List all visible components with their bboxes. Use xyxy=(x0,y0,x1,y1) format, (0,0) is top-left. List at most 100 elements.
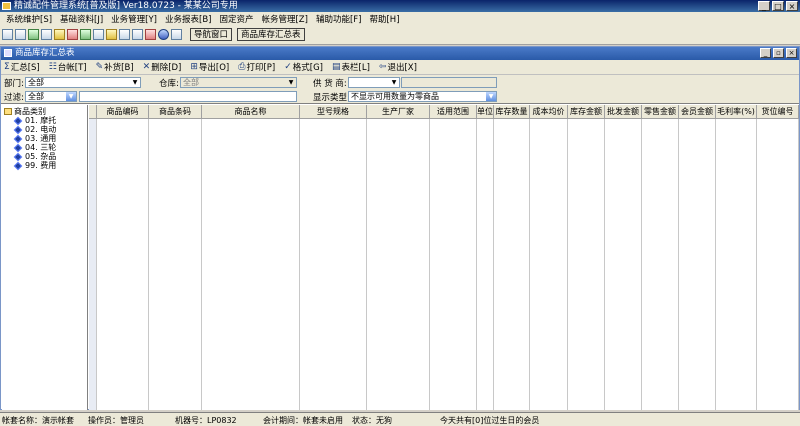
filter-panel: 部门: 全部 ▼ 仓库: 全部 ▼ 供 货 商: ▼ 过滤: 全部 ▼ 显示类型… xyxy=(1,75,799,104)
export-button[interactable]: ⊞ 导出[O] xyxy=(190,61,229,73)
purchase-icon[interactable] xyxy=(28,29,39,40)
supplier-label: 供 货 商: xyxy=(313,79,347,89)
filter-value: 全部 xyxy=(28,92,44,101)
grid-column xyxy=(530,119,568,410)
col-header-member[interactable]: 会员金额 xyxy=(679,105,716,118)
report-icon[interactable] xyxy=(119,29,130,40)
col-header-code[interactable]: 商品编码 xyxy=(97,105,149,118)
chevron-down-icon[interactable]: ▼ xyxy=(486,92,496,101)
grid-column xyxy=(202,119,300,410)
tree-item-label: 99. 费用 xyxy=(25,161,57,170)
nav-window-button[interactable]: 导航窗口 xyxy=(190,28,233,41)
grid-column xyxy=(149,119,202,410)
print-button[interactable]: ⎙ 打印[P] xyxy=(238,61,275,73)
child-minimize-icon[interactable]: _ xyxy=(760,48,771,58)
restock-icon: ✎ xyxy=(95,62,104,72)
col-header-cost[interactable]: 成本均价 xyxy=(530,105,568,118)
col-header-model[interactable]: 型号规格 xyxy=(300,105,367,118)
maximize-icon[interactable]: □ xyxy=(772,1,784,11)
menu-bar: 系统维护[S] 基础资料[J] 业务管理[Y] 业务报表[B] 固定资产 帐务管… xyxy=(0,12,800,25)
supplier-select[interactable]: ▼ xyxy=(348,77,400,88)
summary-label: 汇总[S] xyxy=(10,63,40,73)
grid-column xyxy=(300,119,367,410)
chevron-down-icon[interactable]: ▼ xyxy=(130,78,140,87)
status-bar: 帐套名称：演示帐套 操作员：管理员 机器号：LP0832 会计期间：帐套未启用 … xyxy=(0,412,800,426)
summary-button[interactable]: Σ 汇总[S] xyxy=(4,61,40,73)
row-indicator-column xyxy=(89,119,97,410)
col-header-barcode[interactable]: 商品条码 xyxy=(149,105,202,118)
folder-icon xyxy=(4,108,12,115)
status-operator: 操作员：管理员 xyxy=(88,416,144,425)
export-icon: ⊞ xyxy=(190,62,198,72)
columns-icon: ▤ xyxy=(332,62,341,72)
sales-icon[interactable] xyxy=(54,29,65,40)
stock-icon[interactable] xyxy=(80,29,91,40)
col-header-wholesale[interactable]: 批发金额 xyxy=(605,105,642,118)
menu-tools[interactable]: 辅助功能[F] xyxy=(312,13,366,25)
menu-accounts[interactable]: 帐务管理[Z] xyxy=(257,13,311,25)
exit-label: 退出[X] xyxy=(387,63,417,73)
col-header-unit[interactable]: 单位 xyxy=(477,105,494,118)
format-button[interactable]: ✓ 格式[G] xyxy=(284,61,323,73)
col-header-margin[interactable]: 毛利率(%) xyxy=(716,105,757,118)
menu-reports[interactable]: 业务报表[B] xyxy=(161,13,215,25)
child-window-controls: _ ▫ × xyxy=(760,48,797,58)
tree-item[interactable]: 99. 费用 xyxy=(13,160,57,171)
restock-button[interactable]: ✎ 补货[B] xyxy=(96,61,134,73)
child-restore-icon[interactable]: ▫ xyxy=(773,48,784,58)
stock-summary-window: 商品库存汇总表 _ ▫ × Σ 汇总[S] ☷ 台帐[T] ✎ 补货[B] ✕ 删除[D… xyxy=(0,46,800,410)
menu-help[interactable]: 帮助[H] xyxy=(365,13,403,25)
col-header-scope[interactable]: 适用范围 xyxy=(430,105,477,118)
list-icon[interactable] xyxy=(15,29,26,40)
sum-icon: Σ xyxy=(4,62,10,72)
stock-summary-button[interactable]: 商品库存汇总表 xyxy=(237,28,305,41)
customer-icon[interactable] xyxy=(93,29,104,40)
grid-column xyxy=(642,119,679,410)
supplier-icon[interactable] xyxy=(106,29,117,40)
exit-app-icon[interactable] xyxy=(171,29,182,40)
col-header-maker[interactable]: 生产厂家 xyxy=(367,105,430,118)
menu-system[interactable]: 系统维护[S] xyxy=(2,13,56,25)
delete-button[interactable]: ✕ 删除[D] xyxy=(143,61,182,73)
menu-assets[interactable]: 固定资产 xyxy=(215,13,257,25)
col-header-stock-amount[interactable]: 库存金额 xyxy=(568,105,605,118)
display-type-select[interactable]: 不显示可用数量为零商品 ▼ xyxy=(348,91,497,102)
col-header-qty[interactable]: 库存数量 xyxy=(494,105,530,118)
dept-select[interactable]: 全部 ▼ xyxy=(25,77,141,88)
print-label: 打印[P] xyxy=(246,63,276,73)
columns-label: 表栏[L] xyxy=(341,63,370,73)
menu-business[interactable]: 业务管理[Y] xyxy=(107,13,161,25)
new-icon[interactable] xyxy=(2,29,13,40)
col-header-location[interactable]: 货位编号 xyxy=(757,105,799,118)
calc-icon[interactable] xyxy=(145,29,156,40)
supplier-name-field xyxy=(401,77,497,88)
row-indicator-header xyxy=(89,105,97,118)
minimize-icon[interactable]: _ xyxy=(758,1,770,11)
chevron-down-icon[interactable]: ▼ xyxy=(66,92,76,101)
dept-value: 全部 xyxy=(28,78,44,87)
filter-text-input[interactable] xyxy=(79,91,297,102)
exit-button[interactable]: ⇦ 退出[X] xyxy=(379,61,417,73)
col-header-name[interactable]: 商品名称 xyxy=(202,105,300,118)
menu-basedata[interactable]: 基础资料[J] xyxy=(56,13,107,25)
close-icon[interactable]: × xyxy=(786,1,798,11)
grid-column xyxy=(494,119,530,410)
child-close-icon[interactable]: × xyxy=(786,48,797,58)
return-icon[interactable] xyxy=(41,29,52,40)
status-account: 帐套名称：演示帐套 xyxy=(2,416,74,425)
col-header-retail[interactable]: 零售金额 xyxy=(642,105,679,118)
warehouse-select[interactable]: 全部 ▼ xyxy=(180,77,297,88)
grid-body[interactable] xyxy=(89,119,799,410)
chevron-down-icon[interactable]: ▼ xyxy=(286,78,296,87)
help-icon[interactable] xyxy=(158,29,169,40)
columns-button[interactable]: ▤ 表栏[L] xyxy=(332,61,370,73)
ledger-button[interactable]: ☷ 台帐[T] xyxy=(49,61,87,73)
delete-icon: ✕ xyxy=(142,62,151,72)
category-tree: 商品类别 01. 摩托 02. 电动 03. 通用 04. 三轮 05. 杂品 … xyxy=(2,105,88,410)
ledger-label: 台帐[T] xyxy=(57,63,87,73)
transfer-icon[interactable] xyxy=(67,29,78,40)
format-icon: ✓ xyxy=(284,62,292,72)
filter-select[interactable]: 全部 ▼ xyxy=(25,91,77,102)
chevron-down-icon[interactable]: ▼ xyxy=(389,78,399,87)
save-icon[interactable] xyxy=(132,29,143,40)
